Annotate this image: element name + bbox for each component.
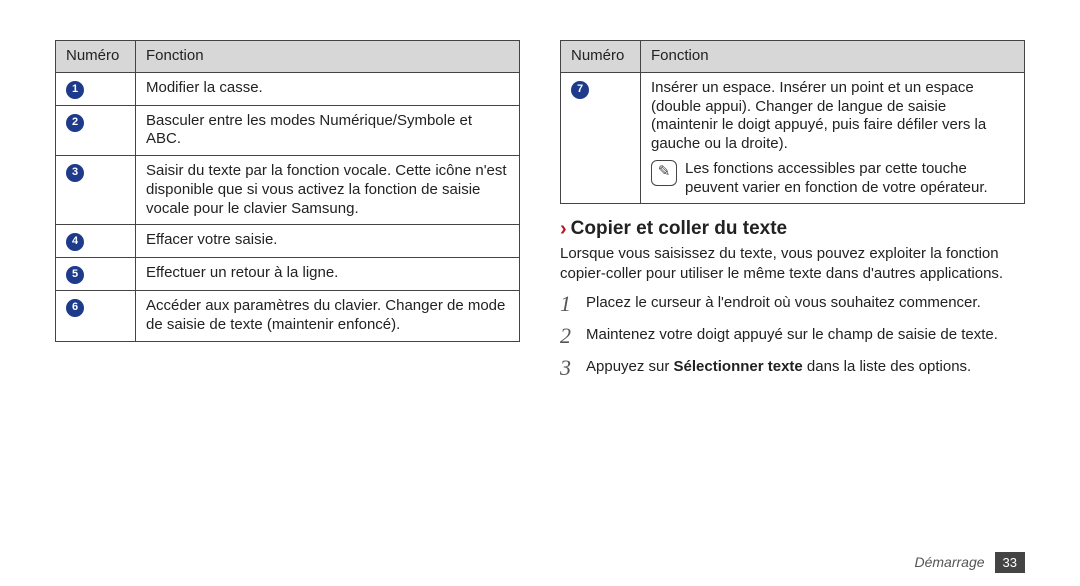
steps-list: 1 Placez le curseur à l'endroit où vous …	[560, 293, 1025, 379]
footer-page-number: 33	[995, 552, 1025, 573]
footer-chapter: Démarrage	[915, 554, 985, 570]
section-heading-text: Copier et coller du texte	[571, 218, 787, 240]
function-cell: Saisir du texte par la fonction vocale. …	[136, 156, 520, 225]
function-cell: Accéder aux paramètres du clavier. Chang…	[136, 291, 520, 342]
function-cell: Effectuer un retour à la ligne.	[136, 258, 520, 291]
left-table-header-func: Fonction	[136, 41, 520, 73]
row7-main-text: Insérer un espace. Insérer un point et u…	[651, 79, 986, 152]
left-table-header-num: Numéro	[56, 41, 136, 73]
function-cell: Modifier la casse.	[136, 72, 520, 105]
number-badge-icon: 4	[66, 233, 84, 251]
right-table-header-func: Fonction	[641, 41, 1025, 73]
number-badge-icon: 2	[66, 114, 84, 132]
right-table-header-num: Numéro	[561, 41, 641, 73]
step-text: Appuyez sur Sélectionner texte dans la l…	[586, 357, 971, 379]
list-item: 2 Maintenez votre doigt appuyé sur le ch…	[560, 325, 1025, 347]
function-cell: Basculer entre les modes Numérique/Symbo…	[136, 105, 520, 156]
step-number: 1	[560, 293, 578, 315]
chevron-right-icon: ›	[560, 219, 567, 239]
step-number: 2	[560, 325, 578, 347]
page-footer: Démarrage 33	[0, 538, 1080, 586]
section-intro: Lorsque vous saisissez du texte, vous po…	[560, 244, 1025, 283]
note-icon: ✎	[651, 160, 677, 186]
function-cell: Effacer votre saisie.	[136, 225, 520, 258]
step-number: 3	[560, 357, 578, 379]
table-row: 5 Effectuer un retour à la ligne.	[56, 258, 520, 291]
list-item: 3 Appuyez sur Sélectionner texte dans la…	[560, 357, 1025, 379]
number-badge-icon: 5	[66, 266, 84, 284]
table-row: 1 Modifier la casse.	[56, 72, 520, 105]
note-text: Les fonctions accessibles par cette touc…	[685, 160, 1014, 198]
right-function-table: Numéro Fonction 7 Insérer un espace. Ins…	[560, 40, 1025, 204]
table-row: 3 Saisir du texte par la fonction vocale…	[56, 156, 520, 225]
left-column: Numéro Fonction 1 Modifier la casse. 2 B…	[55, 40, 520, 538]
right-column: Numéro Fonction 7 Insérer un espace. Ins…	[560, 40, 1025, 538]
table-row: 7 Insérer un espace. Insérer un point et…	[561, 72, 1025, 204]
number-badge-icon: 1	[66, 81, 84, 99]
left-function-table: Numéro Fonction 1 Modifier la casse. 2 B…	[55, 40, 520, 342]
step-text: Placez le curseur à l'endroit où vous so…	[586, 293, 981, 315]
note-block: ✎ Les fonctions accessibles par cette to…	[651, 160, 1014, 198]
function-cell: Insérer un espace. Insérer un point et u…	[641, 72, 1025, 204]
number-badge-icon: 6	[66, 299, 84, 317]
step-text: Maintenez votre doigt appuyé sur le cham…	[586, 325, 998, 347]
table-row: 2 Basculer entre les modes Numérique/Sym…	[56, 105, 520, 156]
list-item: 1 Placez le curseur à l'endroit où vous …	[560, 293, 1025, 315]
number-badge-icon: 7	[571, 81, 589, 99]
section-heading: › Copier et coller du texte	[560, 218, 1025, 240]
table-row: 4 Effacer votre saisie.	[56, 225, 520, 258]
number-badge-icon: 3	[66, 164, 84, 182]
table-row: 6 Accéder aux paramètres du clavier. Cha…	[56, 291, 520, 342]
